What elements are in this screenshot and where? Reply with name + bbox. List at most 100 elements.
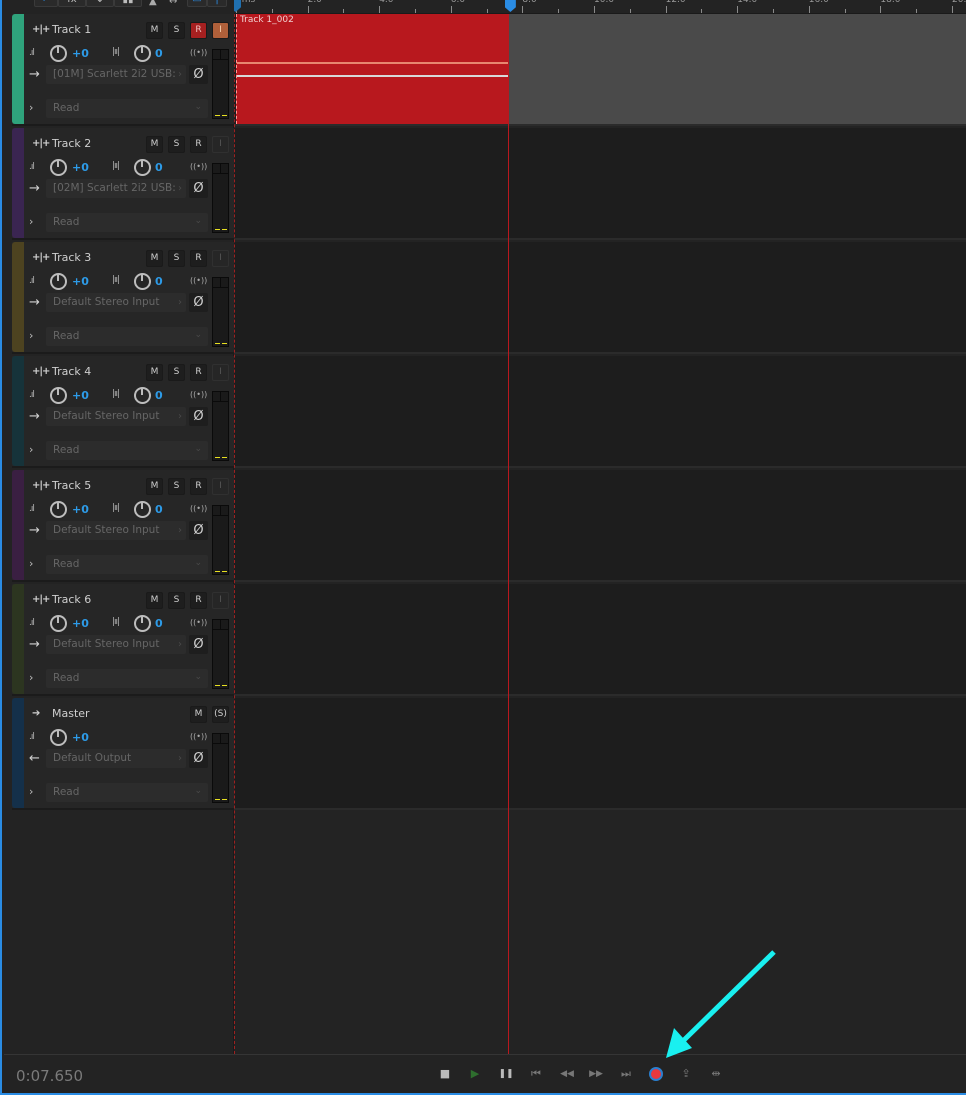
record-arm-button[interactable]: R bbox=[190, 478, 207, 495]
meter-clip-indicator[interactable] bbox=[213, 278, 228, 288]
output-select[interactable]: Default Output › bbox=[46, 749, 186, 768]
pause-button[interactable]: ❚❚ bbox=[495, 1065, 517, 1083]
pan-knob[interactable] bbox=[134, 615, 151, 632]
volume-knob[interactable] bbox=[50, 501, 67, 518]
phase-invert-button[interactable]: Ø bbox=[189, 407, 208, 426]
input-monitor-button[interactable]: I bbox=[212, 592, 229, 609]
volume-value[interactable]: +0 bbox=[72, 161, 89, 174]
track-name[interactable]: Track 2 bbox=[52, 137, 91, 150]
meter-clip-indicator[interactable] bbox=[213, 620, 228, 630]
expand-chevron-icon[interactable]: › bbox=[29, 215, 33, 228]
mute-button[interactable]: M bbox=[146, 592, 163, 609]
skip-selection-button[interactable]: ⇹ bbox=[705, 1065, 727, 1083]
automation-mode-select[interactable]: Read ⌄ bbox=[46, 99, 208, 118]
mute-button[interactable]: M bbox=[146, 250, 163, 267]
meter-clip-indicator[interactable] bbox=[213, 734, 228, 744]
rewind-button[interactable]: ◀◀ bbox=[556, 1065, 578, 1083]
time-ruler[interactable]: hms2.04.06.08.010.012.014.016.018.020.0 bbox=[234, 0, 966, 14]
track-name[interactable]: Track 6 bbox=[52, 593, 91, 606]
expand-chevron-icon[interactable]: › bbox=[29, 785, 33, 798]
stop-button[interactable]: ■ bbox=[434, 1065, 456, 1083]
meter-clip-indicator[interactable] bbox=[213, 164, 228, 174]
pan-knob[interactable] bbox=[134, 273, 151, 290]
solo-button[interactable]: S bbox=[168, 592, 185, 609]
volume-value[interactable]: +0 bbox=[72, 275, 89, 288]
mute-button[interactable]: M bbox=[146, 22, 163, 39]
mute-button[interactable]: M bbox=[146, 136, 163, 153]
solo-button[interactable]: S bbox=[168, 364, 185, 381]
mute-button[interactable]: M bbox=[146, 364, 163, 381]
download-icon[interactable]: ↓ bbox=[86, 0, 114, 7]
record-arm-button[interactable]: R bbox=[190, 22, 207, 39]
track-lane-5[interactable] bbox=[234, 470, 966, 582]
phase-invert-button[interactable]: Ø bbox=[189, 179, 208, 198]
phase-invert-button[interactable]: Ø bbox=[189, 293, 208, 312]
input-monitor-button[interactable]: I bbox=[212, 478, 229, 495]
automation-mode-select[interactable]: Read ⌄ bbox=[46, 441, 208, 460]
track-lane-4[interactable] bbox=[234, 356, 966, 468]
volume-value[interactable]: +0 bbox=[72, 503, 89, 516]
track-name[interactable]: Track 1 bbox=[52, 23, 91, 36]
fx-icon[interactable]: fx bbox=[58, 0, 86, 7]
pan-value[interactable]: 0 bbox=[155, 275, 163, 288]
pan-value[interactable]: 0 bbox=[155, 503, 163, 516]
input-monitor-button[interactable]: I bbox=[212, 250, 229, 267]
input-select[interactable]: [02M] Scarlett 2i2 USB: › bbox=[46, 179, 186, 198]
expand-chevron-icon[interactable]: › bbox=[29, 329, 33, 342]
clip-pan-line[interactable] bbox=[237, 75, 508, 77]
track-name[interactable]: Track 3 bbox=[52, 251, 91, 264]
go-to-start-button[interactable]: ⏮ bbox=[525, 1065, 547, 1083]
bars-icon[interactable]: ▮▮ bbox=[114, 0, 142, 7]
automation-mode-select[interactable]: Read ⌄ bbox=[46, 783, 208, 802]
playhead-line[interactable] bbox=[508, 14, 509, 1054]
track-lane-2[interactable] bbox=[234, 128, 966, 240]
expand-chevron-icon[interactable]: › bbox=[29, 671, 33, 684]
track-lane-3[interactable] bbox=[234, 242, 966, 354]
automation-mode-select[interactable]: Read ⌄ bbox=[46, 555, 208, 574]
pan-knob[interactable] bbox=[134, 387, 151, 404]
track-name[interactable]: Track 5 bbox=[52, 479, 91, 492]
solo-button[interactable]: S bbox=[168, 136, 185, 153]
input-monitor-button[interactable]: I bbox=[212, 22, 229, 39]
solo-button[interactable]: S bbox=[168, 22, 185, 39]
expand-chevron-icon[interactable]: › bbox=[29, 101, 33, 114]
pan-value[interactable]: 0 bbox=[155, 47, 163, 60]
volume-knob[interactable] bbox=[50, 387, 67, 404]
input-select[interactable]: Default Stereo Input › bbox=[46, 635, 186, 654]
record-arm-button[interactable]: R bbox=[190, 250, 207, 267]
meter-clip-indicator[interactable] bbox=[213, 50, 228, 60]
expand-chevron-icon[interactable]: › bbox=[29, 443, 33, 456]
metronome-icon[interactable]: ▲ bbox=[149, 0, 157, 7]
volume-knob[interactable] bbox=[50, 273, 67, 290]
start-marker[interactable] bbox=[234, 0, 241, 12]
cursor-icon[interactable]: | bbox=[207, 0, 227, 7]
master-lane[interactable] bbox=[234, 698, 966, 810]
volume-knob[interactable] bbox=[50, 615, 67, 632]
record-button[interactable] bbox=[649, 1067, 663, 1081]
input-select[interactable]: Default Stereo Input › bbox=[46, 407, 186, 426]
track-name[interactable]: Track 4 bbox=[52, 365, 91, 378]
track-name[interactable]: Master bbox=[52, 707, 90, 720]
timeline[interactable]: Track 1_002 bbox=[234, 14, 966, 1054]
solo-button[interactable]: S bbox=[168, 250, 185, 267]
input-select[interactable]: [01M] Scarlett 2i2 USB: › bbox=[46, 65, 186, 84]
mute-button[interactable]: M bbox=[146, 478, 163, 495]
record-arm-button[interactable]: R bbox=[190, 136, 207, 153]
volume-knob[interactable] bbox=[50, 729, 67, 746]
fast-forward-button[interactable]: ▶▶ bbox=[585, 1065, 607, 1083]
go-to-end-button[interactable]: ⏭ bbox=[615, 1065, 637, 1083]
automation-mode-select[interactable]: Read ⌄ bbox=[46, 669, 208, 688]
track-lane-1[interactable]: Track 1_002 bbox=[234, 14, 966, 126]
clip-volume-line[interactable] bbox=[237, 62, 508, 64]
pan-knob[interactable] bbox=[134, 159, 151, 176]
automation-mode-select[interactable]: Read ⌄ bbox=[46, 213, 208, 232]
track-lane-6[interactable] bbox=[234, 584, 966, 696]
pan-knob[interactable] bbox=[134, 501, 151, 518]
solo-button[interactable]: (S) bbox=[212, 706, 229, 723]
playhead-marker[interactable] bbox=[504, 0, 516, 12]
arrow-left-icon[interactable]: ← bbox=[34, 0, 58, 7]
input-monitor-button[interactable]: I bbox=[212, 364, 229, 381]
volume-value[interactable]: +0 bbox=[72, 47, 89, 60]
automation-mode-select[interactable]: Read ⌄ bbox=[46, 327, 208, 346]
record-arm-button[interactable]: R bbox=[190, 592, 207, 609]
